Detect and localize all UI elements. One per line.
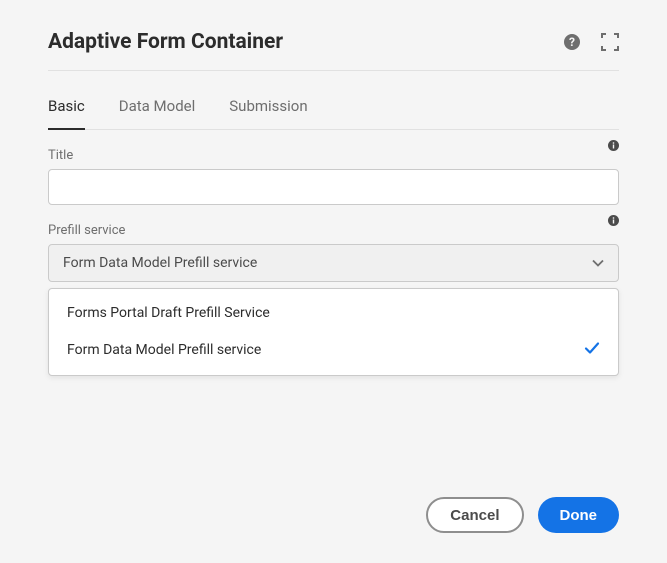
field-title: Title [48,148,619,205]
chevron-down-icon [592,255,604,271]
dialog-container: Adaptive Form Container ? Basic Data Mod… [0,0,667,376]
cancel-button[interactable]: Cancel [426,497,523,533]
dropdown-option-label: Forms Portal Draft Prefill Service [67,305,270,321]
fullscreen-icon[interactable] [601,33,619,51]
svg-text:?: ? [569,35,575,49]
dialog-footer: Cancel Done [426,497,619,533]
header-icons: ? [563,33,619,51]
help-icon[interactable]: ? [563,33,581,51]
field-prefill-service: Prefill service Form Data Model Prefill … [48,223,619,376]
tabs: Basic Data Model Submission [48,97,619,130]
field-title-label-row: Title [48,148,619,163]
title-input[interactable] [48,169,619,205]
dialog-header: Adaptive Form Container ? [48,30,619,71]
dropdown-option-form-data-model[interactable]: Form Data Model Prefill service [49,331,618,369]
tab-data-model[interactable]: Data Model [119,97,196,129]
done-button[interactable]: Done [538,497,620,533]
field-title-label: Title [48,148,73,163]
tab-submission[interactable]: Submission [229,97,307,129]
prefill-service-dropdown: Forms Portal Draft Prefill Service Form … [48,288,619,376]
field-prefill-label: Prefill service [48,223,125,238]
dropdown-option-label: Form Data Model Prefill service [67,342,261,358]
dialog-title: Adaptive Form Container [48,30,283,54]
field-prefill-label-row: Prefill service [48,223,619,238]
prefill-service-select[interactable]: Form Data Model Prefill service [48,244,619,282]
check-icon [584,341,600,359]
tab-basic[interactable]: Basic [48,97,85,129]
dropdown-option-forms-portal-draft[interactable]: Forms Portal Draft Prefill Service [49,295,618,331]
info-icon[interactable] [608,215,619,226]
info-icon[interactable] [608,140,619,151]
prefill-service-selected-value: Form Data Model Prefill service [63,255,257,271]
